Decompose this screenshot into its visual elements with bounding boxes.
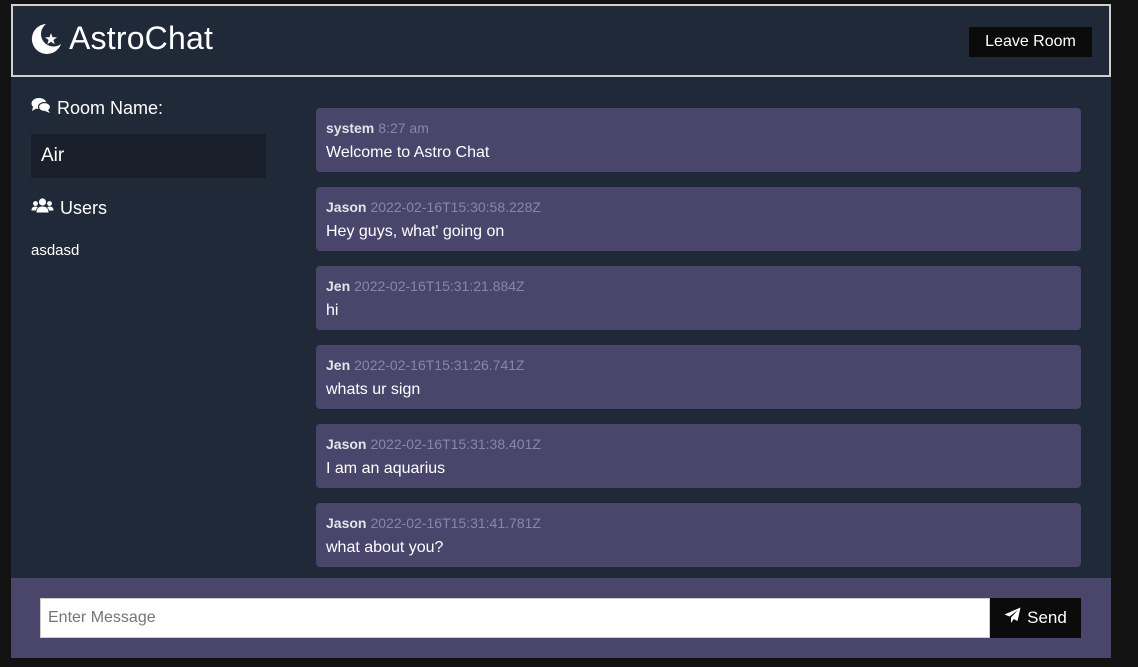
message-author: Jen — [326, 278, 351, 294]
moon-star-icon — [29, 22, 63, 56]
users-heading: Users — [31, 196, 266, 220]
message-time: 2022-02-16T15:31:21.884Z — [354, 278, 525, 294]
message-text: what about you? — [326, 539, 444, 556]
app-title: AstroChat — [69, 20, 214, 56]
message-list: system 8:27 am Welcome to Astro Chat Jaso… — [316, 108, 1081, 582]
message-item: Jen 2022-02-16T15:31:26.741Z whats ur sig… — [316, 345, 1081, 409]
room-name-heading: Room Name: — [31, 96, 266, 120]
message-item: Jason 2022-02-16T15:31:41.781Z what about… — [316, 503, 1081, 567]
message-item: Jason 2022-02-16T15:30:58.228Z Hey guys, … — [316, 187, 1081, 251]
sidebar: Room Name: Air Users asdasd — [31, 96, 266, 259]
message-author: Jason — [326, 515, 367, 531]
message-composer: Send — [11, 578, 1111, 658]
room-name-value: Air — [31, 134, 266, 178]
message-item: Jen 2022-02-16T15:31:21.884Z hi — [316, 266, 1081, 330]
message-time: 8:27 am — [378, 120, 429, 136]
message-input[interactable] — [40, 598, 990, 638]
message-author: Jason — [326, 436, 367, 452]
message-author: system — [326, 120, 375, 136]
message-time: 2022-02-16T15:31:38.401Z — [370, 436, 541, 452]
brand: AstroChat — [29, 20, 213, 57]
user-list: asdasd — [31, 242, 266, 259]
message-item: system 8:27 am Welcome to Astro Chat — [316, 108, 1081, 172]
send-button-label: Send — [1027, 608, 1067, 627]
message-time: 2022-02-16T15:30:58.228Z — [370, 199, 541, 215]
comments-icon — [31, 97, 57, 119]
header: AstroChat Leave Room — [11, 4, 1111, 77]
message-author: Jen — [326, 357, 351, 373]
message-time: 2022-02-16T15:31:26.741Z — [354, 357, 525, 373]
message-text: Welcome to Astro Chat — [326, 144, 490, 161]
send-button[interactable]: Send — [990, 598, 1081, 638]
message-text: whats ur sign — [326, 381, 421, 398]
paper-plane-icon — [1004, 607, 1027, 629]
message-text: hi — [326, 302, 339, 319]
room-name-heading-label: Room Name: — [57, 97, 164, 118]
message-author: Jason — [326, 199, 367, 215]
users-heading-label: Users — [60, 197, 108, 218]
message-text: Hey guys, what' going on — [326, 223, 505, 240]
users-icon — [31, 197, 60, 219]
message-text: I am an aquarius — [326, 460, 446, 477]
leave-room-button[interactable]: Leave Room — [969, 27, 1092, 57]
message-item: Jason 2022-02-16T15:31:38.401Z I am an aq… — [316, 424, 1081, 488]
message-time: 2022-02-16T15:31:41.781Z — [370, 515, 541, 531]
chat-app: AstroChat Leave Room Room Name: Air User… — [11, 4, 1111, 658]
user-list-item: asdasd — [31, 242, 80, 259]
